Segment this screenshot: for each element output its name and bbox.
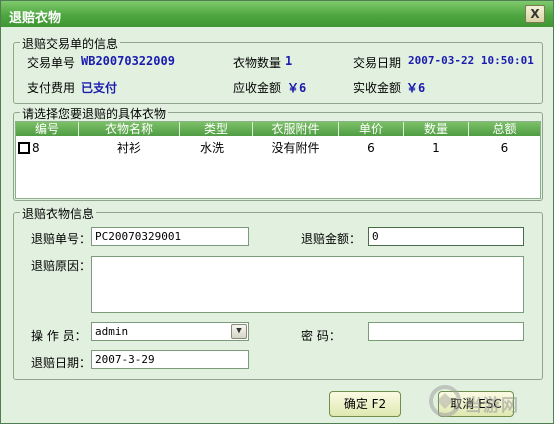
watermark-text: 当游网 [465,396,519,416]
password-input[interactable] [368,322,524,341]
refund-amount-label: 退赔金额： [301,232,362,246]
trade-date-label: 交易日期 [353,56,402,70]
table-header: 编号 衣物名称 类型 衣服附件 单价 数量 总额 [16,122,540,136]
refund-amount-input[interactable] [368,227,524,246]
item-count-value: 1 [285,54,293,68]
watermark-logo: 当游网 [427,383,547,419]
cell-id: 8 [32,141,40,155]
title-bar[interactable]: 退赔衣物 X [1,1,553,27]
chevron-down-icon[interactable]: ▼ [231,324,247,339]
operator-select[interactable]: admin ▼ [91,322,249,341]
received-label: 实收金额 [353,81,402,95]
refund-reason-label: 退赔原因： [31,259,92,273]
table-row[interactable]: 8 衬衫 水洗 没有附件 6 1 6 [16,140,540,156]
column-header-quantity[interactable]: 数量 [404,122,468,136]
column-header-type[interactable]: 类型 [180,122,252,136]
window-title: 退赔衣物 [9,11,62,26]
trade-date-value: 2007-03-22 10:50:01 [408,54,534,67]
receivable-label: 应收金额 [233,81,282,95]
order-no-label: 交易单号 [27,56,76,70]
password-label: 密 码： [301,329,341,343]
cell-total: 6 [500,141,509,155]
items-table: 编号 衣物名称 类型 衣服附件 单价 数量 总额 8 衬衫 水洗 没有附件 6 … [15,121,541,199]
refund-date-input[interactable] [91,350,249,369]
refund-no-label: 退赔单号： [31,232,92,246]
item-count-label: 衣物数量 [233,56,282,70]
cell-name: 衬衫 [116,141,141,155]
column-header-unit-price[interactable]: 单价 [339,122,403,136]
cell-type: 水洗 [199,141,224,155]
column-header-total[interactable]: 总额 [469,122,540,136]
refund-date-label: 退赔日期： [31,356,92,370]
received-value: ￥6 [406,81,426,95]
refund-info-legend: 退赔衣物信息 [20,205,97,222]
cell-quantity: 1 [432,141,440,155]
order-no-value: WB20070322009 [81,54,175,68]
refund-no-input[interactable] [91,227,249,246]
logo-icon [429,385,461,417]
payment-value: 已支付 [81,81,118,95]
transaction-info-legend: 退赔交易单的信息 [20,35,121,52]
close-button[interactable]: X [525,5,545,23]
payment-label: 支付费用 [27,81,76,95]
column-header-id[interactable]: 编号 [16,122,78,136]
receivable-value: ￥6 [287,81,307,95]
refund-reason-textarea[interactable] [91,256,524,313]
operator-selected-value: admin [95,325,129,338]
column-header-attachment[interactable]: 衣服附件 [253,122,338,136]
operator-label: 操 作 员： [31,329,87,343]
item-select-legend: 请选择您要退赔的具体衣物 [20,105,169,122]
row-checkbox[interactable] [18,142,30,154]
cell-unit-price: 6 [367,141,375,155]
ok-button[interactable]: 确定 F2 [329,391,401,417]
column-header-name[interactable]: 衣物名称 [79,122,179,136]
refund-dialog: 退赔衣物 X 退赔交易单的信息 交易单号 WB20070322009 衣物数量 … [0,0,554,424]
cell-attachment: 没有附件 [271,141,320,155]
